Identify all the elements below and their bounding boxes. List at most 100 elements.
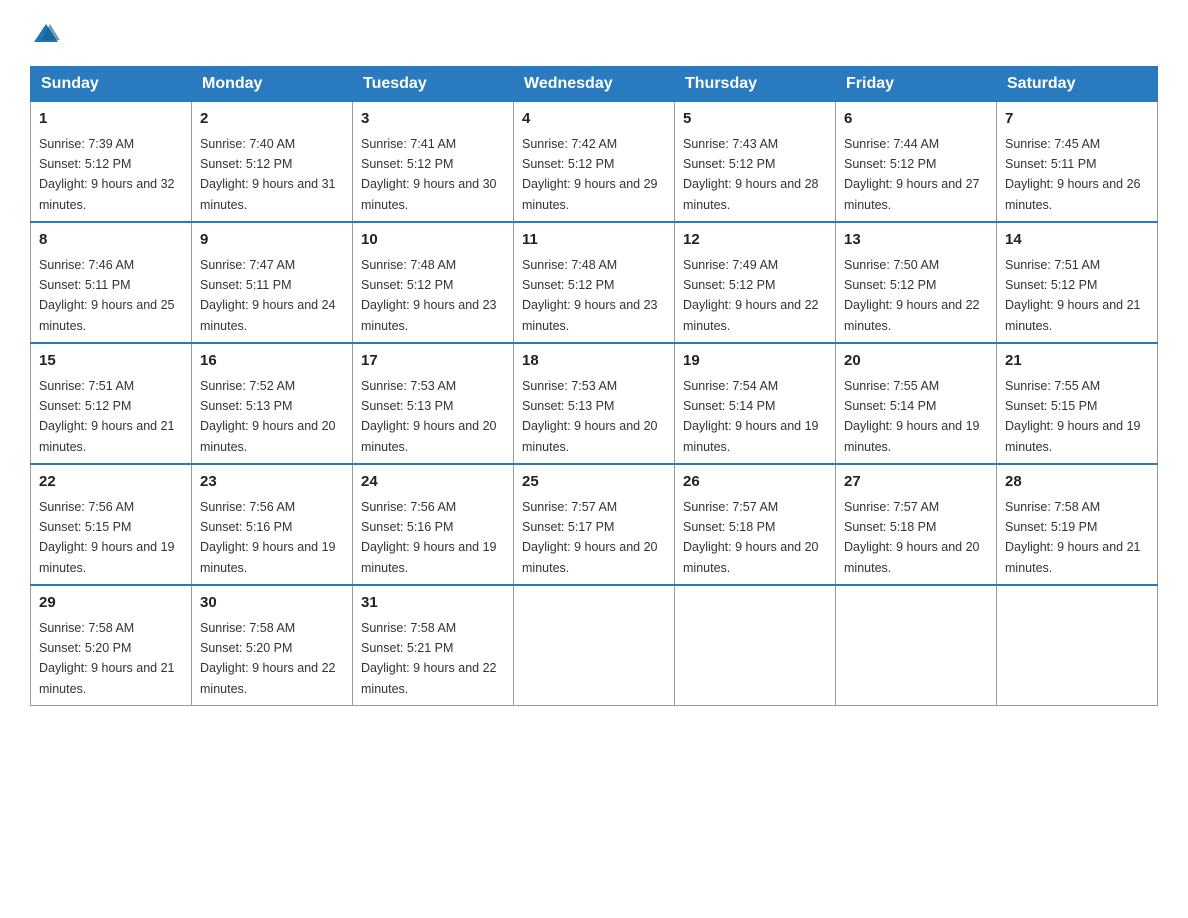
day-info: Sunrise: 7:46 AMSunset: 5:11 PMDaylight:… — [39, 258, 175, 333]
day-number: 20 — [844, 350, 988, 373]
day-info: Sunrise: 7:58 AMSunset: 5:21 PMDaylight:… — [361, 621, 497, 696]
calendar-cell: 27 Sunrise: 7:57 AMSunset: 5:18 PMDaylig… — [836, 464, 997, 585]
day-number: 17 — [361, 350, 505, 373]
calendar-cell: 11 Sunrise: 7:48 AMSunset: 5:12 PMDaylig… — [514, 222, 675, 343]
day-info: Sunrise: 7:41 AMSunset: 5:12 PMDaylight:… — [361, 137, 497, 212]
day-number: 13 — [844, 229, 988, 252]
calendar-cell: 5 Sunrise: 7:43 AMSunset: 5:12 PMDayligh… — [675, 102, 836, 223]
day-info: Sunrise: 7:55 AMSunset: 5:15 PMDaylight:… — [1005, 379, 1141, 454]
header-tuesday: Tuesday — [353, 67, 514, 102]
day-number: 14 — [1005, 229, 1149, 252]
page-header — [30, 20, 1158, 48]
day-info: Sunrise: 7:47 AMSunset: 5:11 PMDaylight:… — [200, 258, 336, 333]
day-info: Sunrise: 7:57 AMSunset: 5:18 PMDaylight:… — [683, 500, 819, 575]
day-number: 11 — [522, 229, 666, 252]
calendar-cell: 21 Sunrise: 7:55 AMSunset: 5:15 PMDaylig… — [997, 343, 1158, 464]
day-number: 2 — [200, 108, 344, 131]
day-number: 30 — [200, 592, 344, 615]
calendar-cell — [514, 585, 675, 706]
day-number: 24 — [361, 471, 505, 494]
day-number: 3 — [361, 108, 505, 131]
day-number: 22 — [39, 471, 183, 494]
day-info: Sunrise: 7:55 AMSunset: 5:14 PMDaylight:… — [844, 379, 980, 454]
logo — [30, 20, 62, 48]
calendar-cell — [675, 585, 836, 706]
calendar-cell: 12 Sunrise: 7:49 AMSunset: 5:12 PMDaylig… — [675, 222, 836, 343]
day-number: 31 — [361, 592, 505, 615]
day-info: Sunrise: 7:56 AMSunset: 5:16 PMDaylight:… — [200, 500, 336, 575]
header-sunday: Sunday — [31, 67, 192, 102]
calendar-cell: 9 Sunrise: 7:47 AMSunset: 5:11 PMDayligh… — [192, 222, 353, 343]
header-saturday: Saturday — [997, 67, 1158, 102]
calendar-cell: 8 Sunrise: 7:46 AMSunset: 5:11 PMDayligh… — [31, 222, 192, 343]
day-number: 6 — [844, 108, 988, 131]
day-info: Sunrise: 7:43 AMSunset: 5:12 PMDaylight:… — [683, 137, 819, 212]
day-number: 4 — [522, 108, 666, 131]
day-info: Sunrise: 7:50 AMSunset: 5:12 PMDaylight:… — [844, 258, 980, 333]
calendar-cell: 6 Sunrise: 7:44 AMSunset: 5:12 PMDayligh… — [836, 102, 997, 223]
calendar-week-row: 8 Sunrise: 7:46 AMSunset: 5:11 PMDayligh… — [31, 222, 1158, 343]
calendar-cell: 3 Sunrise: 7:41 AMSunset: 5:12 PMDayligh… — [353, 102, 514, 223]
day-number: 19 — [683, 350, 827, 373]
day-number: 27 — [844, 471, 988, 494]
day-info: Sunrise: 7:48 AMSunset: 5:12 PMDaylight:… — [522, 258, 658, 333]
calendar-cell: 15 Sunrise: 7:51 AMSunset: 5:12 PMDaylig… — [31, 343, 192, 464]
day-number: 25 — [522, 471, 666, 494]
logo-icon — [32, 20, 60, 48]
day-number: 21 — [1005, 350, 1149, 373]
calendar-week-row: 15 Sunrise: 7:51 AMSunset: 5:12 PMDaylig… — [31, 343, 1158, 464]
day-info: Sunrise: 7:58 AMSunset: 5:19 PMDaylight:… — [1005, 500, 1141, 575]
day-info: Sunrise: 7:40 AMSunset: 5:12 PMDaylight:… — [200, 137, 336, 212]
calendar-cell: 1 Sunrise: 7:39 AMSunset: 5:12 PMDayligh… — [31, 102, 192, 223]
calendar-cell: 26 Sunrise: 7:57 AMSunset: 5:18 PMDaylig… — [675, 464, 836, 585]
day-info: Sunrise: 7:56 AMSunset: 5:16 PMDaylight:… — [361, 500, 497, 575]
day-info: Sunrise: 7:53 AMSunset: 5:13 PMDaylight:… — [522, 379, 658, 454]
day-info: Sunrise: 7:53 AMSunset: 5:13 PMDaylight:… — [361, 379, 497, 454]
day-number: 9 — [200, 229, 344, 252]
calendar-cell: 22 Sunrise: 7:56 AMSunset: 5:15 PMDaylig… — [31, 464, 192, 585]
calendar-cell: 13 Sunrise: 7:50 AMSunset: 5:12 PMDaylig… — [836, 222, 997, 343]
calendar-cell: 14 Sunrise: 7:51 AMSunset: 5:12 PMDaylig… — [997, 222, 1158, 343]
day-info: Sunrise: 7:58 AMSunset: 5:20 PMDaylight:… — [39, 621, 175, 696]
day-number: 7 — [1005, 108, 1149, 131]
calendar-week-row: 22 Sunrise: 7:56 AMSunset: 5:15 PMDaylig… — [31, 464, 1158, 585]
calendar-cell: 10 Sunrise: 7:48 AMSunset: 5:12 PMDaylig… — [353, 222, 514, 343]
day-info: Sunrise: 7:51 AMSunset: 5:12 PMDaylight:… — [1005, 258, 1141, 333]
calendar-cell: 19 Sunrise: 7:54 AMSunset: 5:14 PMDaylig… — [675, 343, 836, 464]
day-number: 5 — [683, 108, 827, 131]
day-info: Sunrise: 7:56 AMSunset: 5:15 PMDaylight:… — [39, 500, 175, 575]
calendar-cell: 28 Sunrise: 7:58 AMSunset: 5:19 PMDaylig… — [997, 464, 1158, 585]
calendar-cell: 16 Sunrise: 7:52 AMSunset: 5:13 PMDaylig… — [192, 343, 353, 464]
day-number: 10 — [361, 229, 505, 252]
calendar-cell: 30 Sunrise: 7:58 AMSunset: 5:20 PMDaylig… — [192, 585, 353, 706]
calendar-cell: 25 Sunrise: 7:57 AMSunset: 5:17 PMDaylig… — [514, 464, 675, 585]
day-info: Sunrise: 7:39 AMSunset: 5:12 PMDaylight:… — [39, 137, 175, 212]
day-info: Sunrise: 7:57 AMSunset: 5:18 PMDaylight:… — [844, 500, 980, 575]
day-info: Sunrise: 7:44 AMSunset: 5:12 PMDaylight:… — [844, 137, 980, 212]
day-number: 8 — [39, 229, 183, 252]
day-info: Sunrise: 7:45 AMSunset: 5:11 PMDaylight:… — [1005, 137, 1141, 212]
day-number: 29 — [39, 592, 183, 615]
day-number: 12 — [683, 229, 827, 252]
day-number: 23 — [200, 471, 344, 494]
day-info: Sunrise: 7:54 AMSunset: 5:14 PMDaylight:… — [683, 379, 819, 454]
day-number: 18 — [522, 350, 666, 373]
header-wednesday: Wednesday — [514, 67, 675, 102]
day-number: 15 — [39, 350, 183, 373]
calendar-cell: 17 Sunrise: 7:53 AMSunset: 5:13 PMDaylig… — [353, 343, 514, 464]
day-number: 28 — [1005, 471, 1149, 494]
calendar-header-row: Sunday Monday Tuesday Wednesday Thursday… — [31, 67, 1158, 102]
day-info: Sunrise: 7:49 AMSunset: 5:12 PMDaylight:… — [683, 258, 819, 333]
day-info: Sunrise: 7:48 AMSunset: 5:12 PMDaylight:… — [361, 258, 497, 333]
calendar-table: Sunday Monday Tuesday Wednesday Thursday… — [30, 66, 1158, 706]
calendar-week-row: 29 Sunrise: 7:58 AMSunset: 5:20 PMDaylig… — [31, 585, 1158, 706]
header-monday: Monday — [192, 67, 353, 102]
calendar-cell: 7 Sunrise: 7:45 AMSunset: 5:11 PMDayligh… — [997, 102, 1158, 223]
calendar-cell: 2 Sunrise: 7:40 AMSunset: 5:12 PMDayligh… — [192, 102, 353, 223]
header-thursday: Thursday — [675, 67, 836, 102]
day-number: 1 — [39, 108, 183, 131]
header-friday: Friday — [836, 67, 997, 102]
calendar-cell: 29 Sunrise: 7:58 AMSunset: 5:20 PMDaylig… — [31, 585, 192, 706]
day-number: 26 — [683, 471, 827, 494]
calendar-week-row: 1 Sunrise: 7:39 AMSunset: 5:12 PMDayligh… — [31, 102, 1158, 223]
